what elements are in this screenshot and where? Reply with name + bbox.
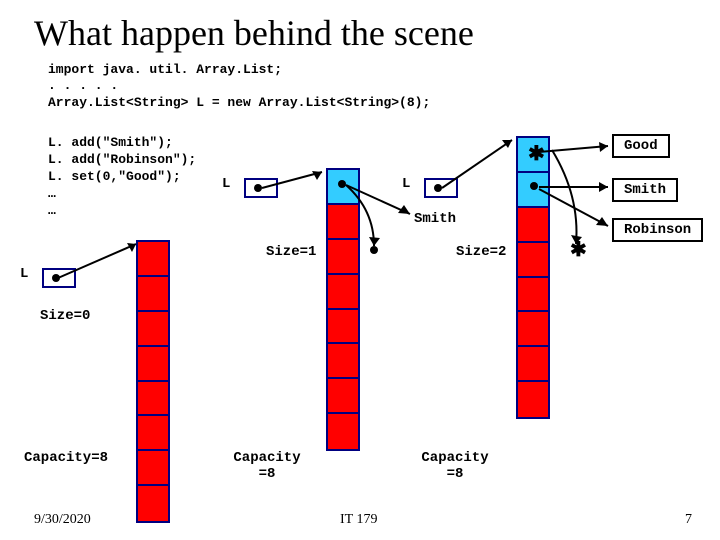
arrow-to-size1-dot: [344, 180, 384, 252]
pointer-arrow-0: [52, 240, 152, 280]
name-box-robinson: Robinson: [612, 218, 703, 242]
capacity-label-1: Capacity =8: [222, 450, 312, 482]
size1-dot: [370, 246, 378, 254]
footer-page: 7: [685, 512, 692, 528]
capacity-label-0: Capacity=8: [24, 450, 108, 466]
footer-course: IT 179: [340, 512, 377, 528]
capacity-label-2: Capacity =8: [410, 450, 500, 482]
array-state-0: [136, 240, 170, 523]
L-label-0: L: [20, 266, 28, 282]
size-label-0: Size=0: [40, 308, 90, 324]
code-operations: L. add("Smith"); L. add("Robinson"); L. …: [48, 135, 196, 219]
name-box-good: Good: [612, 134, 670, 158]
arrow-down-star: [552, 136, 592, 256]
size-label-2: Size=2: [456, 244, 506, 260]
pointer-arrow-1: [256, 168, 336, 194]
footer-date: 9/30/2020: [34, 512, 91, 528]
slide-title: What happen behind the scene: [34, 12, 474, 54]
size-label-1: Size=1: [266, 244, 316, 260]
code-declaration: import java. util. Array.List; . . . . .…: [48, 62, 430, 111]
name-box-smith: Smith: [612, 178, 678, 202]
L-label-1: L: [222, 176, 230, 192]
pointer-arrow-2: [436, 136, 526, 192]
